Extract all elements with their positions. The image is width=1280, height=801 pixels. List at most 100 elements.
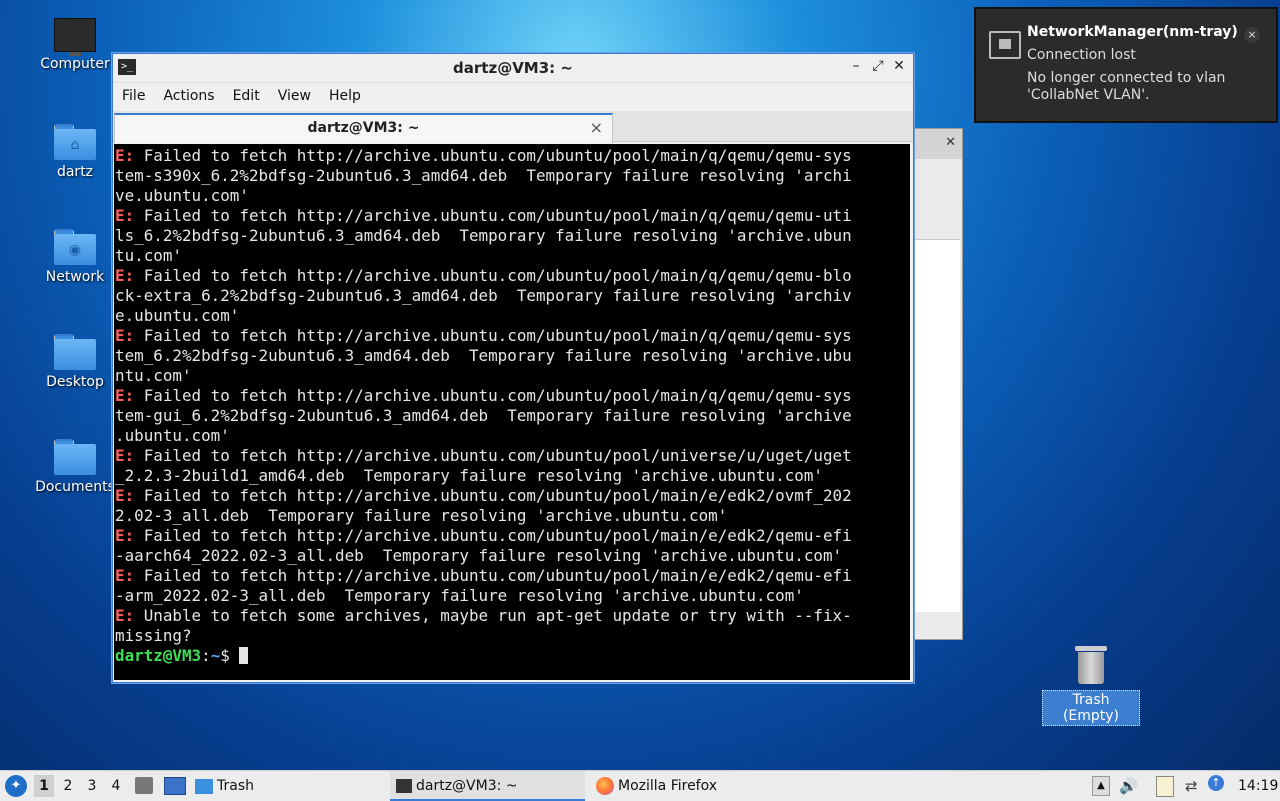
terminal-line-text: -aarch64_2022.02-3_all.deb Temporary fai… <box>115 546 843 565</box>
background-window[interactable]: ✕ <box>914 128 963 640</box>
terminal-line-text: ck-extra_6.2%2bdfsg-2ubuntu6.3_amd64.deb… <box>115 286 852 305</box>
maximize-icon[interactable]: ⤢ <box>869 58 887 74</box>
terminal-line: .ubuntu.com' <box>115 426 910 446</box>
volume-icon[interactable]: 🔊 <box>1119 771 1138 801</box>
terminal-line: E: Failed to fetch http://archive.ubuntu… <box>115 486 910 506</box>
terminal-line-text: Failed to fetch http://archive.ubuntu.co… <box>134 446 852 465</box>
notification-app: NetworkManager(nm-tray) <box>1027 24 1238 40</box>
close-icon[interactable]: × <box>1244 27 1260 43</box>
desktop-icon-computer[interactable]: Computer <box>30 18 120 72</box>
home-folder-icon: ⌂ <box>54 124 96 160</box>
terminal-prompt[interactable]: dartz@VM3:~$ <box>115 646 910 666</box>
desktop-icon-network[interactable]: ◉ Network <box>30 229 120 285</box>
workspace-1[interactable]: 1 <box>34 775 54 797</box>
terminal-line-text: ve.ubuntu.com' <box>115 186 249 205</box>
terminal-line: E: Failed to fetch http://archive.ubuntu… <box>115 386 910 406</box>
terminal-line-text: e.ubuntu.com' <box>115 306 240 325</box>
desktop-icon-label: dartz <box>56 164 94 180</box>
start-menu-icon[interactable]: ✦ <box>5 775 27 797</box>
folder-icon <box>195 778 213 794</box>
terminal-line: ls_6.2%2bdfsg-2ubuntu6.3_amd64.deb Tempo… <box>115 226 910 246</box>
desktop-icon-label: Network <box>45 269 105 285</box>
terminal-line: E: Failed to fetch http://archive.ubuntu… <box>115 326 910 346</box>
trash-launcher[interactable]: Trash <box>195 771 254 801</box>
tray-expand-icon[interactable]: ▲ <box>1092 776 1110 796</box>
terminal-line: ck-extra_6.2%2bdfsg-2ubuntu6.3_amd64.deb… <box>115 286 910 306</box>
error-prefix: E: <box>115 526 135 545</box>
workspace-3[interactable]: 3 <box>82 775 102 797</box>
terminal-line: E: Unable to fetch some archives, maybe … <box>115 606 910 626</box>
background-window-pane <box>915 239 960 612</box>
task-firefox[interactable]: Mozilla Firefox <box>590 771 785 799</box>
desktop-icon-documents[interactable]: Documents <box>30 439 120 495</box>
clipboard-icon[interactable] <box>1156 776 1174 797</box>
window-title: dartz@VM3: ~ <box>453 59 573 77</box>
terminal-icon <box>396 779 412 793</box>
text-cursor <box>239 647 249 664</box>
task-terminal[interactable]: dartz@VM3: ~ <box>390 771 585 801</box>
taskbar: ✦ 1 2 3 4 Trash dartz@VM3: ~ Mozilla Fir… <box>0 770 1280 801</box>
terminal-line-text: tem_6.2%2bdfsg-2ubuntu6.3_amd64.deb Temp… <box>115 346 852 365</box>
close-icon[interactable]: ✕ <box>890 58 908 74</box>
terminal-line-text: tem-s390x_6.2%2bdfsg-2ubuntu6.3_amd64.de… <box>115 166 852 185</box>
network-icon[interactable]: ⇄ <box>1185 771 1198 801</box>
terminal-line-text: Failed to fetch http://archive.ubuntu.co… <box>134 206 852 225</box>
workspace-4[interactable]: 4 <box>106 775 126 797</box>
task-label: dartz@VM3: ~ <box>416 778 518 794</box>
folder-icon <box>54 334 96 370</box>
error-prefix: E: <box>115 206 135 225</box>
show-desktop-icon[interactable] <box>164 777 186 795</box>
terminal-line: -aarch64_2022.02-3_all.deb Temporary fai… <box>115 546 910 566</box>
terminal-line-text: Failed to fetch http://archive.ubuntu.co… <box>134 266 852 285</box>
terminal-tab[interactable]: dartz@VM3: ~ × <box>114 113 613 143</box>
error-prefix: E: <box>115 266 135 285</box>
error-prefix: E: <box>115 486 135 505</box>
computer-icon <box>54 18 96 56</box>
menu-help[interactable]: Help <box>320 83 370 104</box>
terminal-line-text: Unable to fetch some archives, maybe run… <box>134 606 852 625</box>
menu-bar: File Actions Edit View Help <box>113 82 913 111</box>
terminal-line: E: Failed to fetch http://archive.ubuntu… <box>115 266 910 286</box>
notification-summary: Connection lost <box>1027 47 1136 63</box>
firefox-icon <box>596 777 614 795</box>
close-icon[interactable]: ✕ <box>945 135 956 150</box>
terminal-text: E: Failed to fetch http://archive.ubuntu… <box>114 144 910 666</box>
terminal-line-text: ls_6.2%2bdfsg-2ubuntu6.3_amd64.deb Tempo… <box>115 226 852 245</box>
terminal-line-text: _2.2.3-2build1_amd64.deb Temporary failu… <box>115 466 823 485</box>
terminal-window[interactable]: >_ dartz@VM3: ~ – ⤢ ✕ File Actions Edit Vie… <box>112 53 914 683</box>
network-folder-icon: ◉ <box>54 229 96 265</box>
terminal-line: E: Failed to fetch http://archive.ubuntu… <box>115 446 910 466</box>
terminal-output[interactable]: E: Failed to fetch http://archive.ubuntu… <box>114 144 910 680</box>
tab-close-icon[interactable]: × <box>590 118 603 137</box>
update-notifier-icon[interactable]: ↑ <box>1208 775 1224 791</box>
menu-view[interactable]: View <box>269 83 320 104</box>
terminal-line: tem-s390x_6.2%2bdfsg-2ubuntu6.3_amd64.de… <box>115 166 910 186</box>
error-prefix: E: <box>115 386 135 405</box>
prompt-separator: : <box>201 646 211 665</box>
notification-popup[interactable]: NetworkManager(nm-tray) Connection lost … <box>974 7 1278 123</box>
folder-icon <box>54 439 96 475</box>
desktop-icon-desktop[interactable]: Desktop <box>30 334 120 390</box>
trash-launcher-label: Trash <box>217 778 254 794</box>
network-wired-icon <box>989 31 1021 59</box>
terminal-line: E: Failed to fetch http://archive.ubuntu… <box>115 206 910 226</box>
error-prefix: E: <box>115 146 135 165</box>
clock[interactable]: 14:19 <box>1238 771 1278 801</box>
menu-edit[interactable]: Edit <box>224 83 269 104</box>
menu-actions[interactable]: Actions <box>154 83 223 104</box>
terminal-line-text: .ubuntu.com' <box>115 426 230 445</box>
desktop-icon-trash[interactable]: Trash (Empty) <box>1042 646 1140 726</box>
terminal-line: E: Failed to fetch http://archive.ubuntu… <box>115 526 910 546</box>
file-manager-icon[interactable] <box>135 777 153 794</box>
menu-file[interactable]: File <box>113 83 154 104</box>
terminal-line: 2.02-3_all.deb Temporary failure resolvi… <box>115 506 910 526</box>
tab-bar: dartz@VM3: ~ × <box>113 111 913 143</box>
minimize-icon[interactable]: – <box>847 58 865 74</box>
prompt-user: dartz@VM3 <box>115 646 202 665</box>
terminal-line: missing? <box>115 626 910 646</box>
trash-icon <box>1075 646 1107 684</box>
terminal-line: -arm_2022.02-3_all.deb Temporary failure… <box>115 586 910 606</box>
workspace-2[interactable]: 2 <box>58 775 78 797</box>
desktop-icon-dartz[interactable]: ⌂ dartz <box>30 124 120 180</box>
window-titlebar[interactable]: >_ dartz@VM3: ~ – ⤢ ✕ <box>113 54 913 82</box>
